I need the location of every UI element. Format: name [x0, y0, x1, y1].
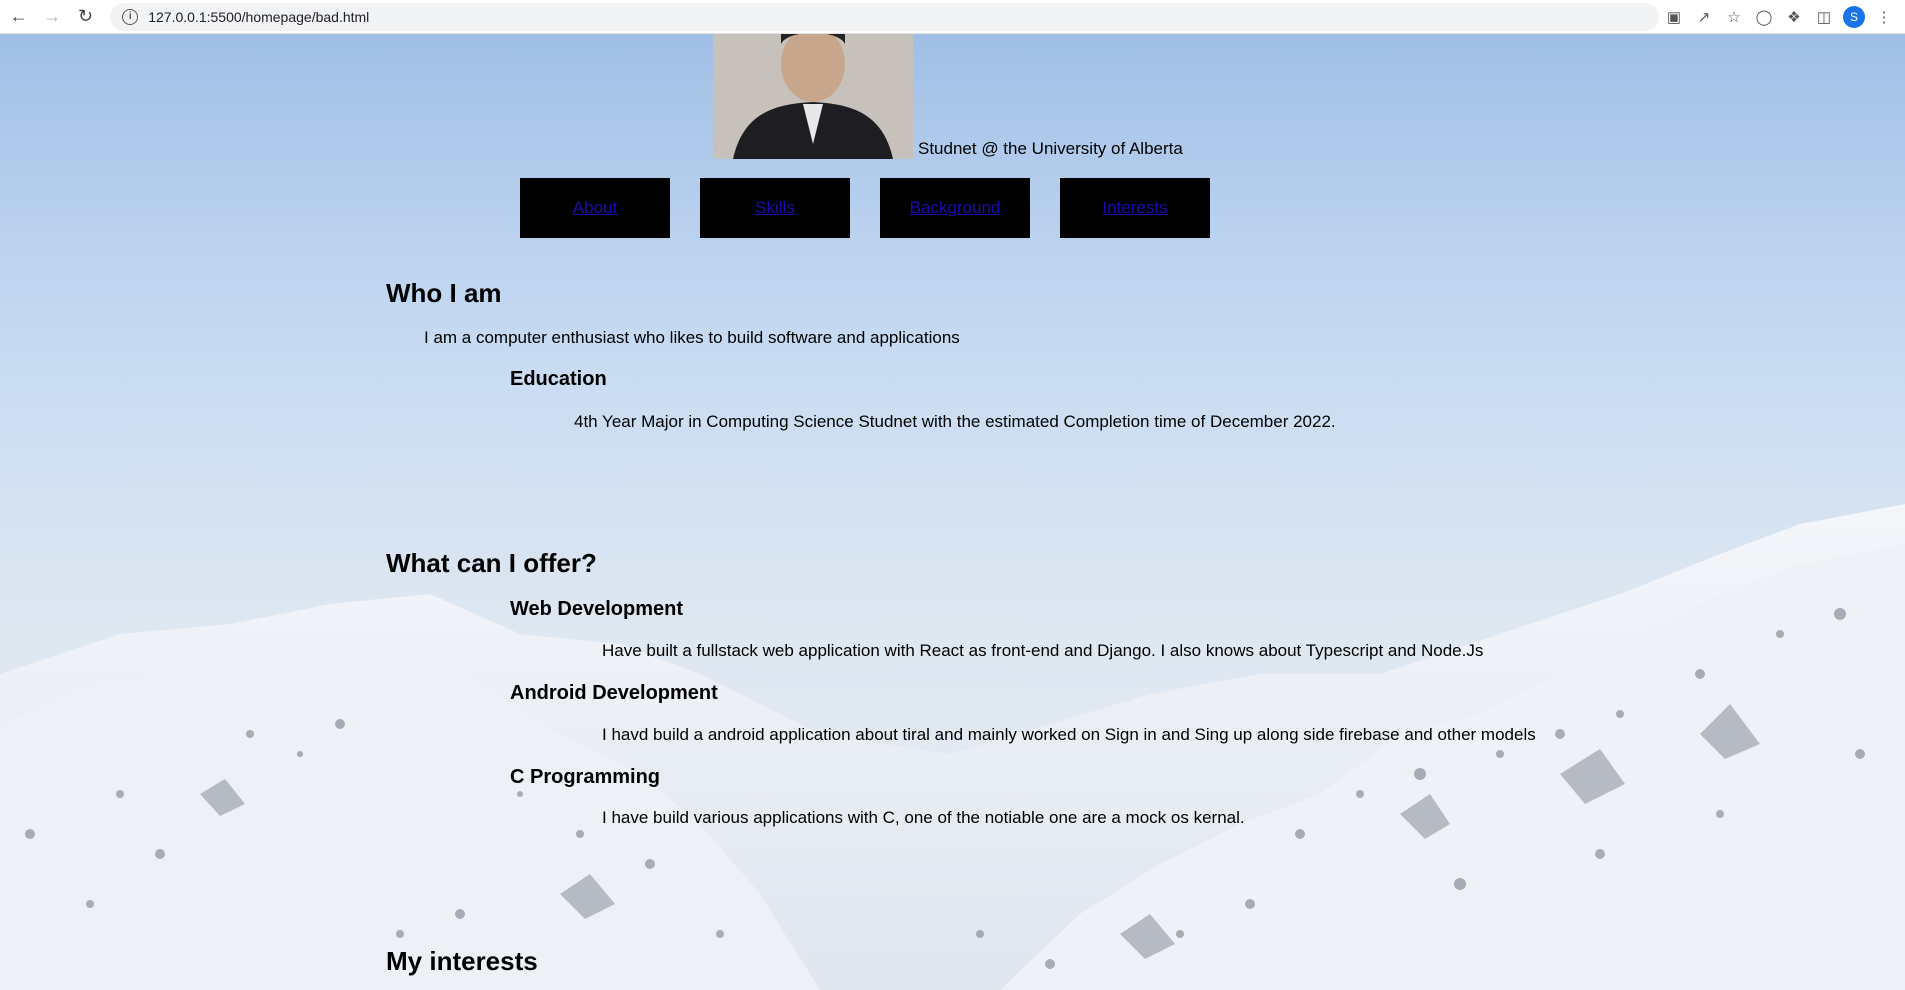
page-viewport: Studnet @ the University of Alberta Abou… — [0, 34, 1905, 990]
bookmark-star-icon[interactable]: ☆ — [1719, 2, 1749, 32]
share-icon[interactable]: ↗ — [1689, 2, 1719, 32]
forward-arrow-icon[interactable]: → — [37, 2, 66, 32]
extensions-puzzle-icon[interactable]: ❖ — [1779, 2, 1809, 32]
address-bar[interactable]: i 127.0.0.1:5500/homepage/bad.html — [110, 2, 1660, 31]
offer-item-title: Web Development — [510, 598, 683, 620]
offer-item-title: Android Development — [510, 682, 718, 704]
hero-header: Studnet @ the University of Alberta — [713, 34, 1183, 159]
hero-tagline: Studnet @ the University of Alberta — [918, 139, 1183, 158]
translate-icon[interactable]: ▣ — [1659, 2, 1689, 32]
site-info-icon[interactable]: i — [122, 8, 139, 25]
nav-box-interests: Interests — [1060, 178, 1210, 238]
profile-photo-image — [713, 34, 913, 159]
url-text[interactable]: 127.0.0.1:5500/homepage/bad.html — [148, 9, 369, 25]
nav-box-background: Background — [880, 178, 1030, 238]
main-navigation: About Skills Background Interests — [520, 178, 1240, 238]
offer-item-text: I havd build a android application about… — [602, 725, 1536, 744]
side-panel-icon[interactable]: ◫ — [1809, 2, 1839, 32]
nav-link-background[interactable]: Background — [910, 198, 1001, 218]
back-arrow-icon[interactable]: ← — [4, 2, 33, 32]
who-heading: Who I am — [386, 278, 502, 308]
offer-item-text: I have build various applications with C… — [602, 808, 1245, 827]
nav-box-skills: Skills — [700, 178, 850, 238]
profile-avatar[interactable]: S — [1843, 5, 1866, 28]
interests-heading: My interests — [386, 946, 538, 976]
offer-item-title: C Programming — [510, 766, 661, 788]
reload-icon[interactable]: ↻ — [71, 2, 100, 32]
extension-icon-1[interactable]: ◯ — [1749, 2, 1779, 32]
nav-box-about: About — [520, 178, 670, 238]
nav-link-interests[interactable]: Interests — [1102, 198, 1167, 218]
nav-link-about[interactable]: About — [573, 198, 617, 218]
education-text: 4th Year Major in Computing Science Stud… — [574, 412, 1336, 431]
offer-heading: What can I offer? — [386, 548, 597, 578]
profile-photo — [713, 34, 913, 159]
offer-item-text: Have built a fullstack web application w… — [602, 641, 1484, 660]
page-content: Studnet @ the University of Alberta Abou… — [0, 34, 1905, 990]
menu-kebab-icon[interactable]: ⋮ — [1869, 2, 1899, 32]
who-intro-text: I am a computer enthusiast who likes to … — [424, 328, 960, 347]
education-heading: Education — [510, 368, 607, 390]
nav-link-skills[interactable]: Skills — [755, 198, 795, 218]
browser-toolbar: ← → ↻ i 127.0.0.1:5500/homepage/bad.html… — [0, 0, 1905, 34]
